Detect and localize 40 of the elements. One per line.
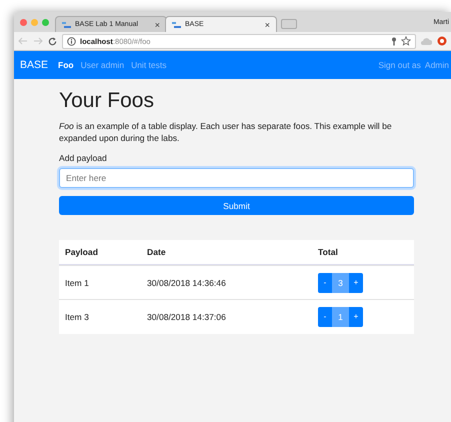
table-cell-text: Item 3 bbox=[64, 312, 90, 322]
close-light[interactable] bbox=[20, 18, 27, 26]
key-icon[interactable] bbox=[391, 36, 397, 46]
extension-icon[interactable] bbox=[437, 36, 447, 46]
reload-icon[interactable] bbox=[48, 36, 57, 46]
new-tab-button[interactable] bbox=[281, 19, 297, 29]
nav-link[interactable]: User admin bbox=[80, 60, 124, 70]
column-header: Payload bbox=[64, 247, 99, 257]
cloud-icon[interactable] bbox=[421, 37, 432, 45]
close-tab-icon[interactable]: × bbox=[154, 20, 160, 30]
minimize-light[interactable] bbox=[31, 18, 38, 26]
forward-icon[interactable] bbox=[33, 37, 43, 45]
field-label: Add payload bbox=[59, 153, 108, 163]
favicon-icon bbox=[62, 22, 71, 28]
close-tab-icon[interactable]: × bbox=[264, 20, 270, 30]
favicon-icon bbox=[172, 22, 181, 28]
decrement-button[interactable]: - bbox=[318, 306, 332, 326]
column-header: Date bbox=[147, 247, 167, 257]
star-icon[interactable] bbox=[401, 36, 411, 46]
table-cell-text: Item 1 bbox=[64, 278, 90, 288]
nav-link[interactable]: Foo bbox=[58, 60, 74, 70]
brand-link[interactable]: BASE bbox=[20, 59, 48, 71]
info-icon[interactable] bbox=[67, 36, 76, 46]
decrement-button[interactable]: - bbox=[318, 272, 332, 292]
table-cell-text: 30/08/2018 14:37:06 bbox=[147, 312, 227, 322]
intro-text: Foo is an example of a table display. Each user has separate foos. This example will be expanded upon during the labs. bbox=[59, 120, 393, 144]
sign-out-link[interactable]: Sign out as bbox=[378, 60, 421, 70]
total-value: 3 bbox=[332, 272, 349, 292]
payload-input[interactable]: Enter here bbox=[59, 168, 414, 188]
table-cell-text: 30/08/2018 14:36:46 bbox=[147, 278, 227, 288]
user-name: Admin bbox=[424, 60, 449, 70]
nav-link[interactable]: Unit tests bbox=[131, 60, 166, 70]
increment-button[interactable]: + bbox=[349, 272, 363, 292]
zoom-light[interactable] bbox=[42, 18, 49, 26]
page-title: Your Foos bbox=[59, 89, 155, 113]
increment-button[interactable]: + bbox=[349, 306, 363, 326]
column-header: Total bbox=[318, 247, 338, 257]
back-icon[interactable] bbox=[18, 37, 28, 45]
total-value: 1 bbox=[332, 306, 349, 326]
submit-button[interactable]: Submit bbox=[59, 196, 414, 215]
